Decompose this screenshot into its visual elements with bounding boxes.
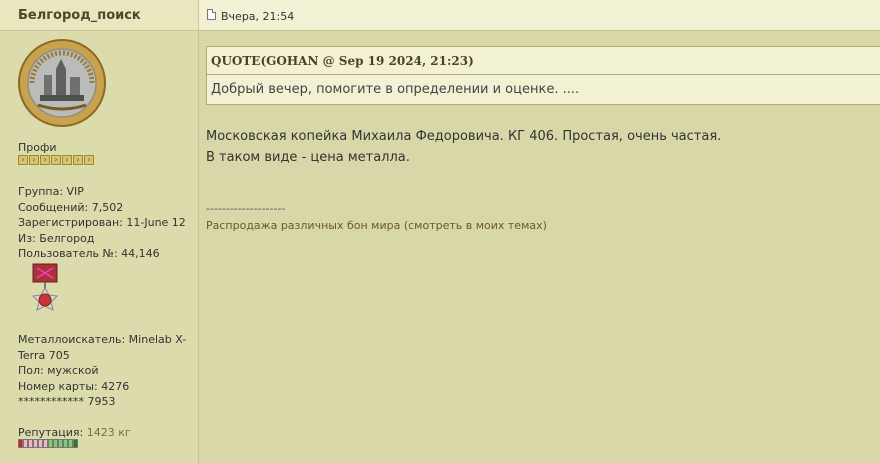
rank-pip: › xyxy=(18,155,28,165)
post-date-cell: Вчера, 21:54 xyxy=(199,0,880,31)
reputation-value: 1423 кг xyxy=(86,426,131,439)
post-body: QUOTE(GOHAN @ Sep 19 2024, 21:23) Добрый… xyxy=(199,31,880,463)
author-cell: Белгород_поиск xyxy=(0,0,199,31)
rank-pip: › xyxy=(62,155,72,165)
user-location: Из: Белгород xyxy=(18,231,95,245)
post-header: Белгород_поиск Вчера, 21:54 xyxy=(0,0,880,31)
post-date: Вчера, 21:54 xyxy=(221,10,295,23)
quote-header-text: QUOTE(GOHAN @ Sep 19 2024, 21:23) xyxy=(211,54,474,68)
post-line-1: Московская копейка Михаила Федоровича. К… xyxy=(206,129,722,144)
signature-separator: -------------------- xyxy=(206,202,286,215)
registration-date: Зарегистрирован: 11-June 12 xyxy=(18,216,186,229)
detector-line-2: Terra 705 xyxy=(18,348,70,362)
rep-plus-icon[interactable] xyxy=(73,439,78,448)
rank-pip: › xyxy=(84,155,94,165)
post-icon xyxy=(207,9,216,20)
rank-pip: › xyxy=(40,155,50,165)
post-line-2: В таком виде - цена металла. xyxy=(206,150,410,165)
user-group: Группа: VIP xyxy=(18,185,84,198)
quote-header: QUOTE(GOHAN @ Sep 19 2024, 21:23) xyxy=(206,46,880,75)
message-count: Сообщений: 7,502 xyxy=(18,200,124,214)
reputation-bar xyxy=(18,439,78,448)
card-mask: ************ 7953 xyxy=(18,395,116,408)
reputation-label-text: Репутация: xyxy=(18,426,84,439)
rank-pip: › xyxy=(73,155,83,165)
detector-line-1: Металлоискатель: Minelab X- xyxy=(18,333,187,346)
quote-body: Добрый вечер, помогите в определении и о… xyxy=(206,75,880,105)
signature-link[interactable]: Распродажа различных бон мира (смотреть … xyxy=(206,219,547,232)
user-number: Пользователь №: 44,146 xyxy=(18,247,160,260)
gender: Пол: мужской xyxy=(18,364,99,377)
author-sidebar: Профи › › › › › › › Группа: VIP Сообщени… xyxy=(0,31,199,463)
card-number: Номер карты: 4276 xyxy=(18,379,130,393)
rank-pip: › xyxy=(51,155,61,165)
medal-icon xyxy=(31,263,59,311)
author-name[interactable]: Белгород_поиск xyxy=(18,8,141,23)
quote-text: Добрый вечер, помогите в определении и о… xyxy=(211,82,580,97)
rank-pips: › › › › › › › xyxy=(18,155,94,165)
rank-title: Профи xyxy=(18,141,57,154)
rank-pip: › xyxy=(29,155,39,165)
avatar[interactable] xyxy=(18,39,106,127)
